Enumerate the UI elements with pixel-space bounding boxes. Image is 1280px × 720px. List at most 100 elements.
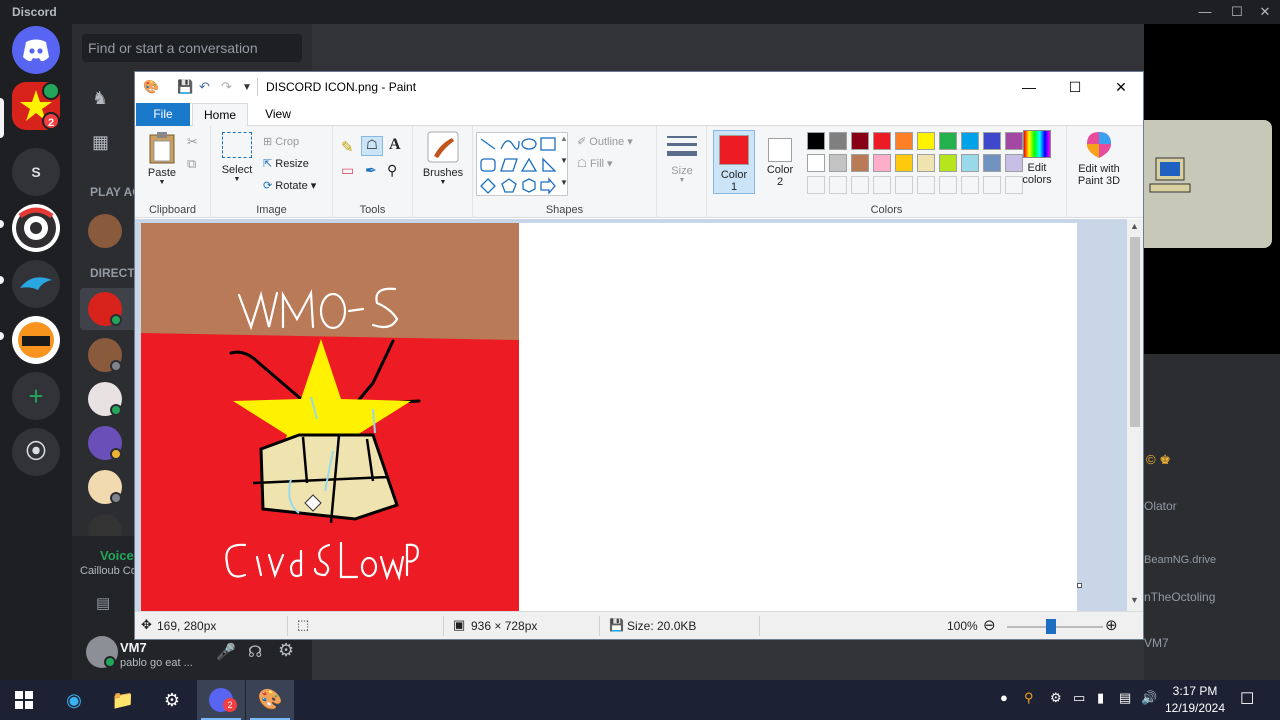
custom-color-slot[interactable] <box>851 176 869 194</box>
canvas-resize-handle[interactable] <box>1077 583 1082 588</box>
taskbar-discord[interactable]: 2 <box>197 680 245 720</box>
scroll-up-icon[interactable]: ▲ <box>1130 221 1139 231</box>
discover-button[interactable]: ⦿ <box>12 428 60 476</box>
size-button[interactable]: Size ▼ <box>663 132 701 184</box>
undo-icon[interactable]: ↶ <box>199 79 210 95</box>
tab-home[interactable]: Home <box>192 103 248 127</box>
custom-color-slot[interactable] <box>939 176 957 194</box>
save-icon[interactable]: 💾 <box>177 79 193 95</box>
microphone-icon[interactable]: 🎤 <box>216 642 236 662</box>
taskbar-file-explorer[interactable]: 📁 <box>99 680 147 720</box>
paint-maximize-button[interactable]: ☐ <box>1052 76 1098 98</box>
tab-view[interactable]: View <box>253 103 303 126</box>
custom-color-slot[interactable] <box>829 176 847 194</box>
redo-icon[interactable]: ↷ <box>221 79 232 95</box>
server-icon-dolphin[interactable] <box>12 260 60 308</box>
tray-network-icon[interactable]: ▤ <box>1119 690 1131 706</box>
palette-swatch[interactable] <box>829 154 847 172</box>
rotate-button[interactable]: ⟳ Rotate ▾ <box>263 179 316 192</box>
paint-minimize-button[interactable]: — <box>1006 76 1052 98</box>
headphones-icon[interactable]: ☊ <box>248 642 262 662</box>
outline-button[interactable]: ✐ Outline ▾ <box>577 135 633 148</box>
tray-battery-icon[interactable]: ▮ <box>1097 690 1104 706</box>
pencil-icon[interactable]: ✎ <box>341 138 354 156</box>
tray-search-icon[interactable]: ⚲ <box>1024 690 1034 706</box>
cut-icon[interactable]: ✂ <box>187 134 198 150</box>
shapes-more-icon[interactable]: ▼ <box>560 178 568 187</box>
clock-time[interactable]: 3:17 PM <box>1165 684 1225 698</box>
zoom-slider-thumb[interactable] <box>1046 619 1056 634</box>
tab-file[interactable]: File <box>136 103 190 126</box>
start-button[interactable] <box>0 680 48 720</box>
taskbar-settings[interactable]: ⚙ <box>148 680 196 720</box>
custom-color-slot[interactable] <box>983 176 1001 194</box>
crop-button[interactable]: ⊞ Crop <box>263 135 299 148</box>
server-icon-s[interactable]: S <box>12 148 60 196</box>
eraser-icon[interactable]: ▭ <box>341 162 354 179</box>
palette-swatch[interactable] <box>939 132 957 150</box>
resize-button[interactable]: ⇱ Resize <box>263 157 309 170</box>
server-icon-obs[interactable] <box>12 204 60 252</box>
taskbar-edge[interactable]: ◉ <box>50 680 98 720</box>
edit-with-paint3d-button[interactable]: Edit with Paint 3D <box>1069 130 1129 187</box>
palette-swatch[interactable] <box>939 154 957 172</box>
palette-swatch[interactable] <box>917 154 935 172</box>
quick-access-dropdown-icon[interactable]: ▼ <box>242 82 252 93</box>
zoom-out-button[interactable]: ⊖ <box>983 616 996 634</box>
paint-app-icon[interactable]: 🎨 <box>143 79 159 95</box>
palette-swatch[interactable] <box>961 132 979 150</box>
palette-swatch[interactable] <box>829 132 847 150</box>
discord-home-button[interactable] <box>12 26 60 74</box>
select-button[interactable]: Select ▼ <box>219 132 255 183</box>
vertical-scrollbar[interactable]: ▲ ▼ <box>1127 219 1143 611</box>
custom-color-slot[interactable] <box>895 176 913 194</box>
clock-date[interactable]: 12/19/2024 <box>1160 701 1230 715</box>
color2-button[interactable]: Color 2 <box>759 130 801 194</box>
custom-color-slot[interactable] <box>873 176 891 194</box>
palette-swatch[interactable] <box>851 154 869 172</box>
settings-gear-icon[interactable]: ⚙ <box>278 640 294 661</box>
color-picker-icon[interactable]: ✒ <box>365 162 377 179</box>
custom-color-slot[interactable] <box>807 176 825 194</box>
voice-channel-name[interactable]: Cailloub Co <box>80 565 137 577</box>
custom-color-slot[interactable] <box>961 176 979 194</box>
copy-icon[interactable]: ⧉ <box>187 156 196 172</box>
friends-icon[interactable]: ♞ <box>92 88 116 112</box>
drawing-canvas[interactable] <box>141 223 1077 611</box>
zoom-in-button[interactable]: ⊕ <box>1105 616 1118 634</box>
dm-search-input[interactable]: Find or start a conversation <box>82 34 302 62</box>
tray-volume-icon[interactable]: 🔊 <box>1141 690 1157 706</box>
tray-usb-icon[interactable]: ⚙ <box>1050 690 1062 706</box>
palette-swatch[interactable] <box>961 154 979 172</box>
taskbar-paint[interactable]: 🎨 <box>246 680 294 720</box>
add-server-button[interactable]: + <box>12 372 60 420</box>
palette-swatch[interactable] <box>983 132 1001 150</box>
discord-minimize-button[interactable]: — <box>1190 2 1220 22</box>
screen-share-icon[interactable]: ▤ <box>96 594 110 612</box>
scroll-down-icon[interactable]: ▼ <box>1130 595 1139 605</box>
tray-app-icon[interactable]: ● <box>1000 690 1008 705</box>
palette-swatch[interactable] <box>807 154 825 172</box>
brushes-button[interactable]: Brushes ▼ <box>418 130 468 186</box>
member-name[interactable]: Olator <box>1144 499 1177 513</box>
discord-close-button[interactable]: ✕ <box>1250 2 1280 22</box>
custom-color-slot[interactable] <box>917 176 935 194</box>
edit-colors-button[interactable]: Edit colors <box>1015 130 1059 186</box>
tray-device-icon[interactable]: ▭ <box>1073 690 1085 706</box>
palette-swatch[interactable] <box>873 154 891 172</box>
game-avatar[interactable] <box>88 214 122 248</box>
paint-close-button[interactable]: ✕ <box>1098 76 1144 98</box>
palette-swatch[interactable] <box>917 132 935 150</box>
notifications-icon[interactable]: ☐ <box>1240 689 1254 709</box>
scrollbar-thumb[interactable] <box>1130 237 1140 427</box>
member-name[interactable]: VM7 <box>1144 636 1169 650</box>
paste-button[interactable]: Paste ▼ <box>143 130 181 186</box>
fill-button[interactable]: ☖ Fill ▾ <box>577 157 613 170</box>
server-icon-newgrounds[interactable] <box>12 316 60 364</box>
palette-swatch[interactable] <box>873 132 891 150</box>
member-name[interactable]: nTheOctoling <box>1144 590 1215 604</box>
palette-swatch[interactable] <box>895 154 913 172</box>
fill-bucket-icon[interactable]: ☖ <box>361 136 383 156</box>
shapes-scroll-down-icon[interactable]: ▼ <box>560 156 568 165</box>
palette-swatch[interactable] <box>851 132 869 150</box>
